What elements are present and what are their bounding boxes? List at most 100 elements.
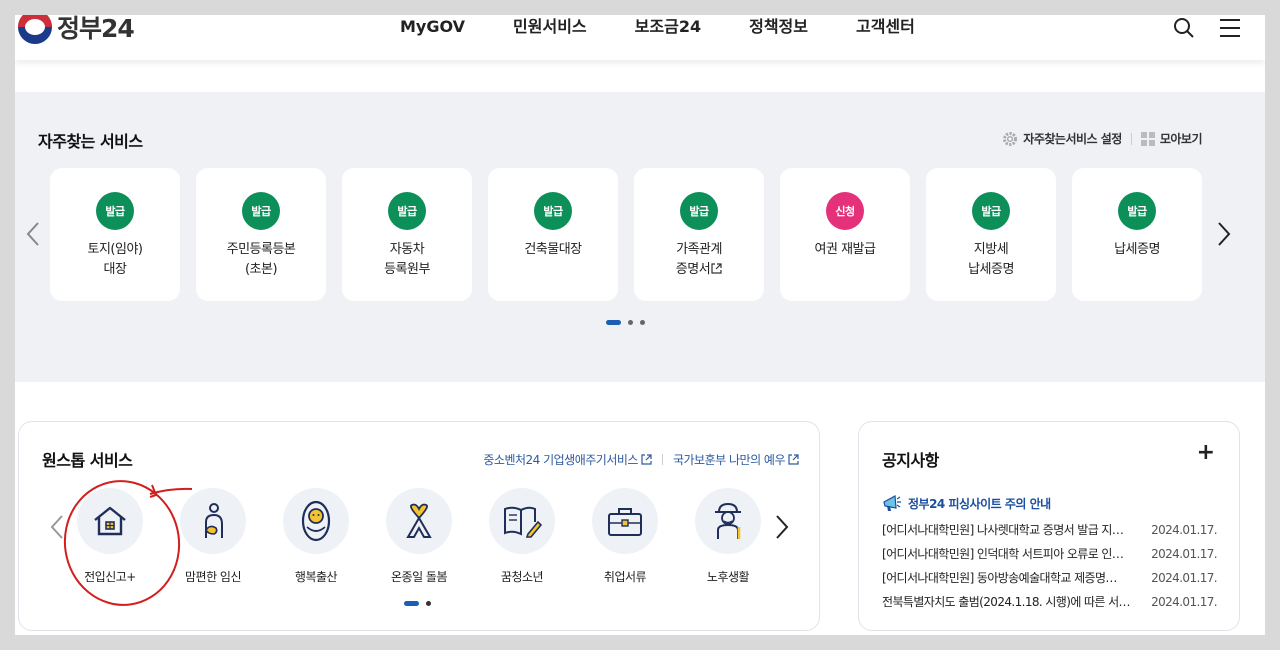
notice-item-date: 2024.01.17. [1151,547,1218,561]
pagination-dot[interactable] [640,320,645,325]
service-card[interactable]: 발급 납세증명 [1072,168,1202,301]
service-card-label: 가족관계 증명서 [676,240,723,280]
favorites-pagination [606,320,645,325]
service-card[interactable]: 발급 건축물대장 [488,168,618,301]
pregnancy-icon [180,488,246,554]
sme24-link[interactable]: 중소벤처24 기업생애주기서비스 [483,451,652,468]
onestop-items: 전입신고+ 맘편한 임신 행복출산 온종일 돌봄 꿈청소년 취업서류 노후생활 [77,488,761,585]
notice-item-date: 2024.01.17. [1151,595,1218,609]
onestop-item-birth[interactable]: 행복출산 [283,488,349,585]
onestop-item-youth[interactable]: 꿈청소년 [489,488,555,585]
search-icon[interactable] [1173,17,1195,39]
list-item[interactable]: [어디서나대학민원] 동아방송예술대학교 제증명… 2024.01.17. [882,566,1218,590]
service-card-label: 토지(임야) 대장 [87,242,143,277]
divider [1130,132,1132,145]
notice-highlight[interactable]: 정부24 피싱사이트 주의 안내 [882,494,1051,512]
veterans-link-label: 국가보훈부 나만의 예우 [672,453,786,467]
onestop-item-move-in[interactable]: 전입신고+ [77,488,143,585]
megaphone-icon [883,495,901,511]
pagination-dot[interactable] [426,601,431,606]
notice-item-title: [어디서나대학민원] 인덕대학 서트피아 오류로 인… [882,547,1124,561]
service-card-label: 건축물대장 [524,242,582,257]
pagination-dot-active[interactable] [606,320,621,325]
collect-view-label: 모아보기 [1159,132,1203,146]
list-item[interactable]: [어디서나대학민원] 인덕대학 서트피아 오류로 인… 2024.01.17. [882,542,1218,566]
list-item[interactable]: 전북특별자치도 출범(2024.1.18. 시행)에 따른 서… 2024.01… [882,590,1218,614]
favorite-services-title: 자주찾는 서비스 [38,132,143,151]
issue-badge: 발급 [388,192,426,230]
nav-item-civil-service[interactable]: 민원서비스 [513,15,587,39]
service-card-label: 자동차 등록원부 [384,242,430,277]
onestop-item-pregnancy[interactable]: 맘편한 임신 [180,488,246,585]
service-card[interactable]: 발급 토지(임야) 대장 [50,168,180,301]
favorite-settings-button[interactable]: 자주찾는서비스 설정 [1002,130,1122,147]
onestop-item-label: 행복출산 [294,570,338,584]
gear-icon [1003,131,1018,146]
briefcase-icon [592,488,658,554]
nav-item-mygov[interactable]: MyGOV [400,15,465,39]
favorites-next-arrow[interactable] [1217,221,1231,251]
service-card[interactable]: 발급 자동차 등록원부 [342,168,472,301]
onestop-service-panel: 원스톱 서비스 중소벤처24 기업생애주기서비스 국가보훈부 나만의 예우 전입… [18,421,820,631]
taegeuk-logo-icon [18,15,52,44]
onestop-item-care[interactable]: 온종일 돌봄 [386,488,452,585]
issue-badge: 발급 [1118,192,1156,230]
menu-icon[interactable] [1219,18,1241,38]
service-card[interactable]: 발급 주민등록등본 (초본) [196,168,326,301]
onestop-item-label: 전입신고+ [84,570,136,584]
notice-title: 공지사항 [882,451,939,470]
service-card-label: 여권 재발급 [814,242,876,257]
notice-item-date: 2024.01.17. [1151,571,1218,585]
external-link-icon [788,454,799,465]
veterans-link[interactable]: 국가보훈부 나만의 예우 [673,451,799,468]
issue-badge: 발급 [534,192,572,230]
service-card-label: 지방세 납세증명 [968,242,1014,277]
service-card-label: 납세증명 [1114,242,1160,257]
service-card[interactable]: 발급 가족관계 증명서 [634,168,764,301]
site-header: 정부24 MyGOV 민원서비스 보조금24 정책정보 고객센터 [15,15,1265,60]
nav-item-customer-center[interactable]: 고객센터 [856,15,915,39]
ribbon-icon [386,488,452,554]
logo-text: 정부24 [57,15,135,43]
onestop-item-job-docs[interactable]: 취업서류 [592,488,658,585]
gov24-logo[interactable]: 정부24 [18,15,135,45]
collect-view-button[interactable]: 모아보기 [1140,130,1203,147]
onestop-next-arrow[interactable] [775,514,789,544]
onestop-links: 중소벤처24 기업생애주기서비스 국가보훈부 나만의 예우 [483,451,799,468]
issue-badge: 발급 [242,192,280,230]
notice-panel: 공지사항 + 정부24 피싱사이트 주의 안내 [어디서나대학민원] 나사렛대학… [858,421,1240,631]
nav-item-policy-info[interactable]: 정책정보 [749,15,808,39]
onestop-item-label: 노후생활 [706,570,750,584]
service-card-label: 주민등록등본 (초본) [226,242,296,277]
onestop-prev-arrow[interactable] [50,514,64,544]
service-card[interactable]: 발급 지방세 납세증명 [926,168,1056,301]
elder-icon [695,488,761,554]
favorite-cards: 발급 토지(임야) 대장 발급 주민등록등본 (초본) 발급 자동차 등록원부 … [50,168,1202,301]
onestop-title: 원스톱 서비스 [42,451,133,470]
onestop-item-label: 맘편한 임신 [184,570,242,584]
nav-item-subsidy24[interactable]: 보조금24 [635,15,701,39]
issue-badge: 발급 [96,192,134,230]
header-icons [1173,17,1241,39]
book-icon [489,488,555,554]
external-link-icon [641,454,652,465]
onestop-pagination [404,601,431,606]
issue-badge: 발급 [680,192,718,230]
notice-item-title: 전북특별자치도 출범(2024.1.18. 시행)에 따른 서… [882,595,1131,609]
external-link-icon [711,263,722,274]
notice-more-button[interactable]: + [1197,440,1215,465]
pagination-dot-active[interactable] [404,601,419,606]
notice-item-date: 2024.01.17. [1151,523,1218,537]
grid-icon [1140,131,1155,146]
pagination-dot[interactable] [628,320,633,325]
apply-badge: 신청 [826,192,864,230]
issue-badge: 발급 [972,192,1010,230]
onestop-item-retirement[interactable]: 노후생활 [695,488,761,585]
main-nav: MyGOV 민원서비스 보조금24 정책정보 고객센터 [400,15,915,39]
house-icon [77,488,143,554]
service-card[interactable]: 신청 여권 재발급 [780,168,910,301]
favorites-prev-arrow[interactable] [26,221,40,251]
notice-item-title: [어디서나대학민원] 동아방송예술대학교 제증명… [882,571,1117,585]
baby-icon [283,488,349,554]
list-item[interactable]: [어디서나대학민원] 나사렛대학교 증명서 발급 지… 2024.01.17. [882,518,1218,542]
